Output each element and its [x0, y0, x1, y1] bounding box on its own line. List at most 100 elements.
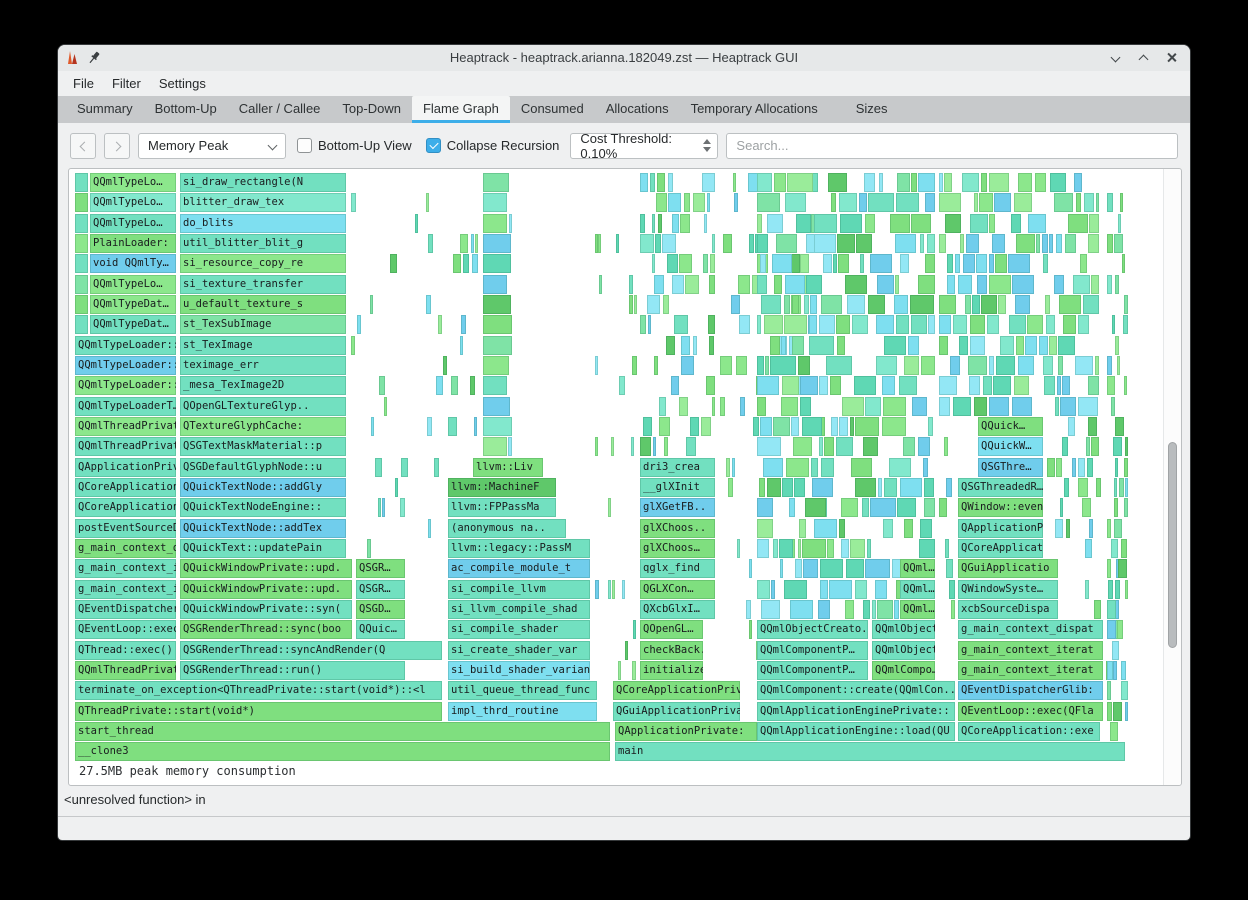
flame-cell-fragment[interactable] [1114, 234, 1123, 253]
flame-cell-fragment[interactable] [726, 458, 730, 477]
flame-cell-fragment[interactable] [977, 275, 987, 294]
flame-cell-fragment[interactable] [1054, 275, 1064, 294]
flame-cell-fragment[interactable] [792, 295, 799, 314]
flame-cell-fragment[interactable] [595, 580, 599, 599]
flame-cell-fragment[interactable] [819, 437, 823, 456]
flame-cell-fragment[interactable] [622, 580, 625, 599]
flame-cell-fragment[interactable] [1115, 417, 1124, 436]
flame-cell-fragment[interactable] [415, 214, 418, 233]
flame-cell-fragment[interactable] [927, 234, 935, 253]
flame-cell[interactable]: QSGRenderThread::run() [180, 661, 405, 680]
flame-cell-fragment[interactable] [784, 580, 807, 599]
flame-cell-fragment[interactable] [958, 275, 972, 294]
flame-cell-fragment[interactable] [770, 356, 796, 375]
flame-cell[interactable]: QEventLoop::exec(QFla [958, 702, 1103, 721]
flame-cell-fragment[interactable] [987, 315, 999, 334]
flame-cell-fragment[interactable] [652, 214, 655, 233]
flame-cell-fragment[interactable] [648, 315, 651, 334]
flame-cell-fragment[interactable] [653, 437, 656, 456]
flame-cell[interactable]: QQmlThreadPrivat. [75, 437, 176, 456]
flame-cell-fragment[interactable] [656, 193, 667, 212]
flame-cell[interactable]: (anonymous na.. [448, 519, 566, 538]
flame-cell-fragment[interactable] [351, 193, 356, 212]
flame-cell-fragment[interactable] [1015, 295, 1030, 314]
flame-cell-fragment[interactable] [949, 580, 955, 599]
flame-cell-fragment[interactable] [1059, 295, 1081, 314]
flame-cell[interactable]: QGuiApplicatio [958, 559, 1058, 578]
flame-cell-fragment[interactable] [757, 234, 768, 253]
flame-cell-fragment[interactable] [761, 295, 781, 314]
flame-cell-fragment[interactable] [1027, 315, 1043, 334]
flame-cell-fragment[interactable] [771, 580, 775, 599]
flame-cell[interactable]: QQuickWindowPrivate::upd. [180, 580, 352, 599]
flame-cell-fragment[interactable] [863, 437, 878, 456]
flame-cell[interactable]: QQmlComponentP… [757, 661, 868, 680]
flame-cell-fragment[interactable] [731, 295, 740, 314]
flame-cell-fragment[interactable] [840, 214, 862, 233]
flame-cell-fragment[interactable] [912, 397, 927, 416]
flame-cell-fragment[interactable] [1056, 234, 1062, 253]
flame-cell-fragment[interactable] [1063, 315, 1076, 334]
flame-cell-fragment[interactable] [679, 397, 688, 416]
flame-cell-fragment[interactable] [925, 254, 935, 273]
flame-cell-fragment[interactable] [357, 315, 361, 334]
flame-cell-fragment[interactable] [864, 173, 875, 192]
flame-cell-fragment[interactable] [740, 397, 745, 416]
flame-cell[interactable]: QGuiApplicationPriva [613, 702, 740, 721]
flame-cell[interactable]: util_blitter_blit_g [180, 234, 346, 253]
flame-cell-fragment[interactable] [1117, 356, 1120, 375]
flame-cell[interactable]: si_compile_llvm [448, 580, 590, 599]
flame-cell-fragment[interactable] [1043, 254, 1048, 273]
flame-cell[interactable]: g_main_context_it [75, 559, 176, 578]
flame-cell[interactable]: QEventDispatcher. [75, 600, 176, 619]
flame-cell-fragment[interactable] [959, 336, 968, 355]
flame-cell-fragment[interactable] [471, 234, 474, 253]
minimize-button[interactable] [1108, 49, 1124, 65]
flame-cell[interactable]: QXcbGlxI… [640, 600, 715, 619]
flame-cell-fragment[interactable] [945, 214, 961, 233]
flame-cell-fragment[interactable] [867, 539, 871, 558]
flame-cell-fragment[interactable] [939, 193, 961, 212]
flame-cell[interactable]: _mesa_TexImage2D [180, 376, 346, 395]
flame-cell-fragment[interactable] [1018, 356, 1034, 375]
flame-cell-fragment[interactable] [612, 580, 615, 599]
flame-cell-fragment[interactable] [1000, 336, 1014, 355]
flame-cell-fragment[interactable] [852, 315, 868, 334]
flame-cell[interactable]: xcbSourceDispa [958, 600, 1058, 619]
flame-cell-fragment[interactable] [811, 458, 818, 477]
flame-cell-fragment[interactable] [749, 234, 754, 253]
flame-cell-fragment[interactable] [351, 336, 355, 355]
flame-cell-fragment[interactable] [595, 437, 598, 456]
flame-cell-fragment[interactable] [1095, 356, 1099, 375]
flame-cell[interactable]: QQmlTypeLo… [90, 173, 176, 192]
flame-cell-fragment[interactable] [884, 478, 897, 497]
flame-cell-fragment[interactable] [992, 234, 1005, 253]
flame-cell[interactable]: si_resource_copy_re [180, 254, 346, 273]
flame-cell[interactable]: QApplicationPrivate: [615, 722, 757, 741]
flame-cell-fragment[interactable] [1008, 254, 1030, 273]
menu-settings[interactable]: Settings [150, 71, 215, 96]
flame-cell-fragment[interactable] [1088, 376, 1099, 395]
flame-cell[interactable]: QQmlComponent::create(QQmlCon.. [757, 681, 955, 700]
flame-cell-fragment[interactable] [1087, 458, 1093, 477]
flame-cell-fragment[interactable] [820, 559, 843, 578]
flame-cell-fragment[interactable] [923, 458, 928, 477]
flame-cell-fragment[interactable] [828, 173, 847, 192]
flame-cell-fragment[interactable] [790, 600, 813, 619]
flame-cell-fragment[interactable] [903, 437, 915, 456]
flame-cell-fragment[interactable] [1115, 458, 1118, 477]
flame-cell-fragment[interactable] [855, 417, 879, 436]
flame-cell-fragment[interactable] [855, 478, 876, 497]
flame-cell[interactable] [75, 214, 88, 233]
flame-cell[interactable]: QQmlObject… [872, 620, 935, 639]
flame-cell-fragment[interactable] [757, 539, 769, 558]
flame-cell-fragment[interactable] [1011, 214, 1021, 233]
flame-cell[interactable]: do_blits [180, 214, 346, 233]
flame-cell-fragment[interactable] [640, 315, 646, 334]
flame-cell-fragment[interactable] [910, 295, 934, 314]
flame-cell-fragment[interactable] [1083, 295, 1099, 314]
flame-cell-fragment[interactable] [1039, 336, 1048, 355]
flame-cell[interactable]: g_main_context_it [75, 580, 176, 599]
flame-cell-fragment[interactable] [979, 193, 993, 212]
flame-cell-fragment[interactable] [657, 173, 665, 192]
